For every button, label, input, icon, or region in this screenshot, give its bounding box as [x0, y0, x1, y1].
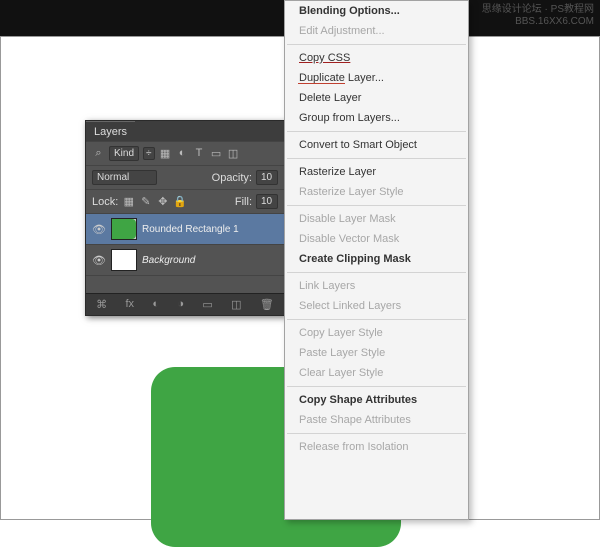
layer-context-menu: Blending Options...Edit Adjustment... Cop… — [284, 0, 469, 520]
lock-brush-icon[interactable]: ✎ — [139, 195, 152, 208]
layer-row-background[interactable]: 👁 Background — [86, 244, 284, 275]
layers-panel: Layers ⌕ Kind ÷ ▦ ◐ T ▭ ◫ Normal Opacity… — [85, 120, 285, 316]
adjustment-icon[interactable]: ◑ — [177, 298, 184, 311]
filter-type-icon[interactable]: T — [193, 147, 206, 160]
menu-item-paste-layer-style: Paste Layer Style — [285, 343, 468, 363]
lock-move-icon[interactable]: ✥ — [156, 195, 169, 208]
menu-item-disable-layer-mask: Disable Layer Mask — [285, 209, 468, 229]
menu-item-convert-to-smart-object[interactable]: Convert to Smart Object — [285, 135, 468, 155]
menu-separator — [287, 158, 466, 159]
watermark: 思缘设计论坛 · PS教程网 BBS.16XX6.COM — [482, 4, 594, 28]
visibility-icon[interactable]: 👁 — [92, 254, 106, 267]
layers-filter-row: ⌕ Kind ÷ ▦ ◐ T ▭ ◫ — [86, 141, 284, 165]
menu-separator — [287, 44, 466, 45]
search-icon: ⌕ — [92, 147, 105, 160]
layers-bottom-toolbar: ⌘ fx ◐ ◑ ▭ ◫ 🗑 — [86, 293, 284, 315]
menu-item-copy-css[interactable]: Copy CSS — [285, 48, 468, 68]
layers-empty-area[interactable] — [86, 275, 284, 293]
layer-row-rounded-rectangle[interactable]: 👁 Rounded Rectangle 1 — [86, 213, 284, 244]
fill-label: Fill: — [235, 196, 252, 208]
menu-item-rasterize-layer[interactable]: Rasterize Layer — [285, 162, 468, 182]
layer-name[interactable]: Rounded Rectangle 1 — [142, 224, 239, 235]
menu-item-paste-shape-attributes: Paste Shape Attributes — [285, 410, 468, 430]
menu-item-delete-layer[interactable]: Delete Layer — [285, 88, 468, 108]
layers-tab[interactable]: Layers — [86, 121, 135, 141]
opacity-label: Opacity: — [212, 172, 252, 184]
filter-kind-select[interactable]: Kind — [109, 146, 139, 161]
menu-separator — [287, 386, 466, 387]
fill-input[interactable]: 10 — [256, 194, 278, 209]
watermark-line1: 思缘设计论坛 · PS教程网 — [482, 4, 594, 16]
menu-item-disable-vector-mask: Disable Vector Mask — [285, 229, 468, 249]
new-layer-icon[interactable]: ◫ — [231, 298, 241, 311]
menu-item-link-layers: Link Layers — [285, 276, 468, 296]
watermark-line2: BBS.16XX6.COM — [482, 16, 594, 28]
trash-icon[interactable]: 🗑 — [260, 298, 274, 311]
opacity-input[interactable]: 10 — [256, 170, 278, 185]
menu-item-edit-adjustment: Edit Adjustment... — [285, 21, 468, 41]
menu-item-create-clipping-mask[interactable]: Create Clipping Mask — [285, 249, 468, 269]
lock-label: Lock: — [92, 196, 118, 208]
filter-smart-icon[interactable]: ◫ — [227, 147, 240, 160]
filter-adjust-icon[interactable]: ◐ — [176, 147, 189, 160]
mask-icon[interactable]: ◐ — [152, 298, 159, 311]
link-layers-icon[interactable]: ⌘ — [96, 298, 107, 311]
menu-item-blending-options[interactable]: Blending Options... — [285, 1, 468, 21]
group-icon[interactable]: ▭ — [202, 298, 212, 311]
copy-css-underline — [298, 83, 345, 84]
filter-pixel-icon[interactable]: ▦ — [159, 147, 172, 160]
menu-item-rasterize-layer-style: Rasterize Layer Style — [285, 182, 468, 202]
filter-shape-icon[interactable]: ▭ — [210, 147, 223, 160]
menu-separator — [287, 205, 466, 206]
menu-item-clear-layer-style: Clear Layer Style — [285, 363, 468, 383]
lock-all-icon[interactable]: 🔒 — [173, 195, 186, 208]
menu-item-select-linked-layers: Select Linked Layers — [285, 296, 468, 316]
lock-row: Lock: ▦ ✎ ✥ 🔒 Fill: 10 — [86, 189, 284, 213]
layer-thumbnail[interactable] — [111, 218, 137, 240]
menu-separator — [287, 433, 466, 434]
menu-separator — [287, 319, 466, 320]
visibility-icon[interactable]: 👁 — [92, 223, 106, 236]
menu-separator — [287, 131, 466, 132]
blend-mode-select[interactable]: Normal — [92, 170, 157, 185]
fx-icon[interactable]: fx — [125, 298, 134, 311]
menu-item-duplicate-layer[interactable]: Duplicate Layer... — [285, 68, 468, 88]
menu-item-group-from-layers[interactable]: Group from Layers... — [285, 108, 468, 128]
dropdown-arrow-icon[interactable]: ÷ — [143, 147, 155, 160]
blend-row: Normal Opacity: 10 — [86, 165, 284, 189]
menu-separator — [287, 272, 466, 273]
layer-thumbnail[interactable] — [111, 249, 137, 271]
layer-name[interactable]: Background — [142, 255, 195, 266]
menu-item-release-from-isolation: Release from Isolation — [285, 437, 468, 457]
menu-item-copy-layer-style: Copy Layer Style — [285, 323, 468, 343]
lock-transparent-icon[interactable]: ▦ — [122, 195, 135, 208]
menu-item-copy-shape-attributes[interactable]: Copy Shape Attributes — [285, 390, 468, 410]
